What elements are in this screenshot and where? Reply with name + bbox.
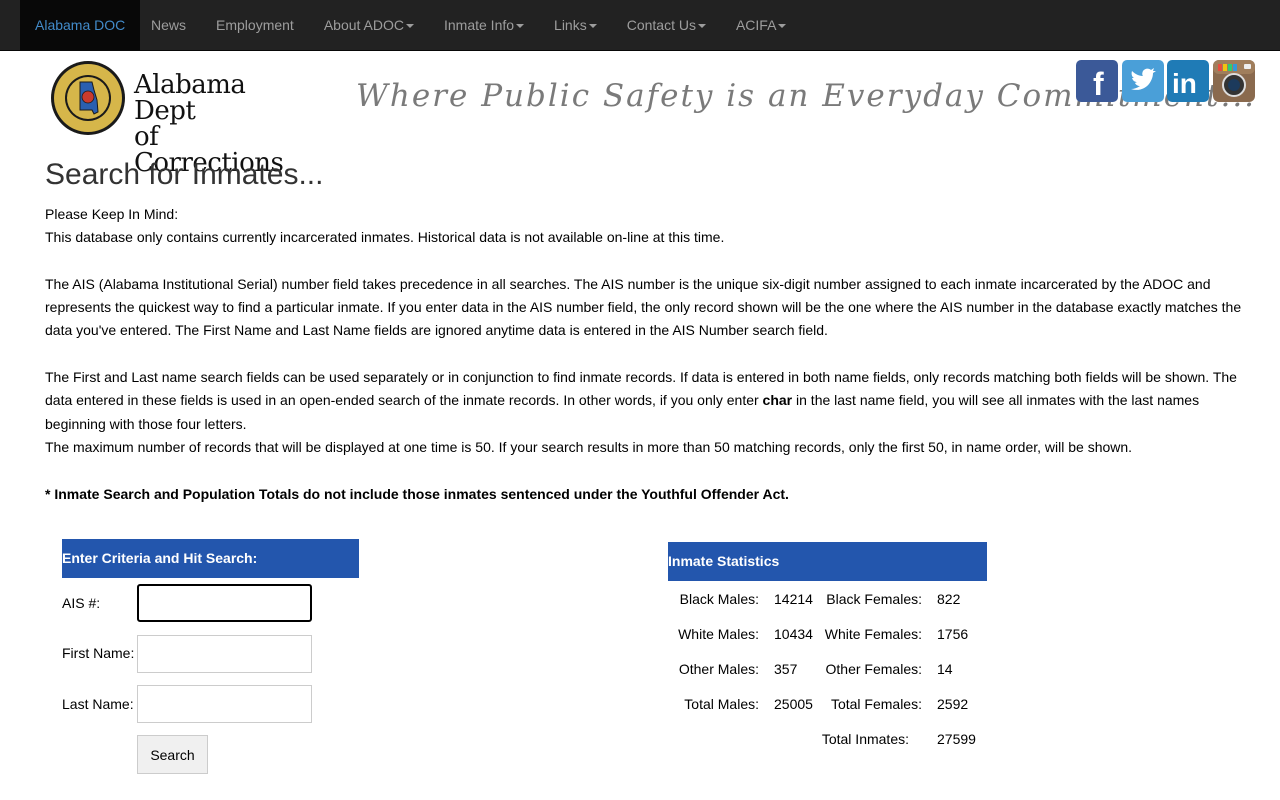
logo-line-1: Alabama Dept [134, 70, 246, 126]
stats-header: Inmate Statistics [668, 542, 987, 581]
black-females-label: Black Females: [826, 591, 922, 607]
caret-down-icon [588, 24, 597, 29]
first-name-label: First Name: [62, 645, 135, 661]
total-females-label: Total Females: [830, 696, 922, 712]
linkedin-icon[interactable]: in [1167, 60, 1209, 102]
top-navbar: Alabama DOC News Employment About ADOC I… [0, 0, 1280, 51]
nav-item-label: Links [554, 17, 587, 33]
search-button[interactable]: Search [137, 735, 208, 774]
nav-item-label: ACIFA [735, 17, 777, 33]
nav-menu: News Employment About ADOC Inmate Info L… [136, 0, 801, 50]
other-females-value: 14 [937, 661, 953, 677]
svg-text:in: in [1172, 68, 1197, 99]
black-males-value: 14214 [774, 591, 813, 607]
nav-item-acifa[interactable]: ACIFA [721, 0, 801, 50]
nav-item-employment[interactable]: Employment [201, 0, 309, 50]
ais-label: AIS #: [62, 595, 101, 611]
total-inmates-value: 27599 [937, 731, 976, 747]
ais-instructions: The AIS (Alabama Institutional Serial) n… [45, 275, 1242, 339]
nav-item-about-adoc[interactable]: About ADOC [309, 0, 429, 50]
example-term: char [762, 392, 793, 409]
total-males-label: Total Males: [684, 696, 759, 712]
caret-down-icon [778, 24, 787, 29]
last-name-label: Last Name: [62, 696, 134, 712]
nav-item-inmate-info[interactable]: Inmate Info [429, 0, 539, 50]
nav-item-links[interactable]: Links [539, 0, 612, 50]
nav-item-label: Contact Us [626, 17, 696, 33]
nav-item-label: Employment [216, 17, 294, 33]
caret-down-icon [697, 24, 706, 29]
last-name-input[interactable] [137, 685, 312, 723]
white-females-label: White Females: [824, 626, 922, 642]
white-males-label: White Males: [678, 626, 759, 642]
facebook-icon[interactable]: f [1076, 60, 1118, 102]
twitter-icon[interactable] [1122, 60, 1164, 102]
adoc-seal-icon [51, 61, 125, 135]
keep-in-mind-label: Please Keep In Mind: [45, 206, 179, 222]
ais-number-input[interactable] [137, 584, 312, 622]
youthful-offender-note: * Inmate Search and Population Totals do… [45, 485, 789, 502]
total-inmates-label: Total Inmates: [821, 731, 909, 747]
instagram-icon[interactable] [1213, 60, 1255, 102]
nav-brand-link[interactable]: Alabama DOC [20, 0, 141, 50]
database-note: This database only contains currently in… [45, 229, 725, 246]
nav-item-label: Inmate Info [443, 17, 515, 33]
white-females-value: 1756 [937, 626, 969, 642]
total-females-value: 2592 [937, 696, 969, 712]
other-males-value: 357 [774, 661, 798, 677]
other-males-label: Other Males: [678, 661, 759, 677]
first-name-input[interactable] [137, 635, 312, 673]
svg-text:f: f [1093, 66, 1104, 102]
nav-item-contact-us[interactable]: Contact Us [612, 0, 721, 50]
black-males-label: Black Males: [679, 591, 759, 607]
adoc-logo[interactable]: Alabama Dept of Corrections [50, 60, 310, 176]
nav-item-label: News [151, 17, 187, 33]
white-males-value: 10434 [774, 626, 813, 642]
caret-down-icon [405, 24, 414, 29]
search-form-header: Enter Criteria and Hit Search: [62, 539, 359, 578]
caret-down-icon [516, 24, 525, 29]
nav-item-label: About ADOC [323, 17, 404, 33]
black-females-value: 822 [937, 591, 961, 607]
instructions-text: Please Keep In Mind: This database only … [45, 203, 1250, 506]
nav-item-news[interactable]: News [136, 0, 201, 50]
other-females-label: Other Females: [825, 661, 922, 677]
max-records-note: The maximum number of records that will … [45, 438, 1133, 455]
total-males-value: 25005 [774, 696, 813, 712]
page-title: Search for Inmates... [45, 158, 324, 191]
name-search-instructions: The First and Last name search fields ca… [45, 369, 1237, 432]
